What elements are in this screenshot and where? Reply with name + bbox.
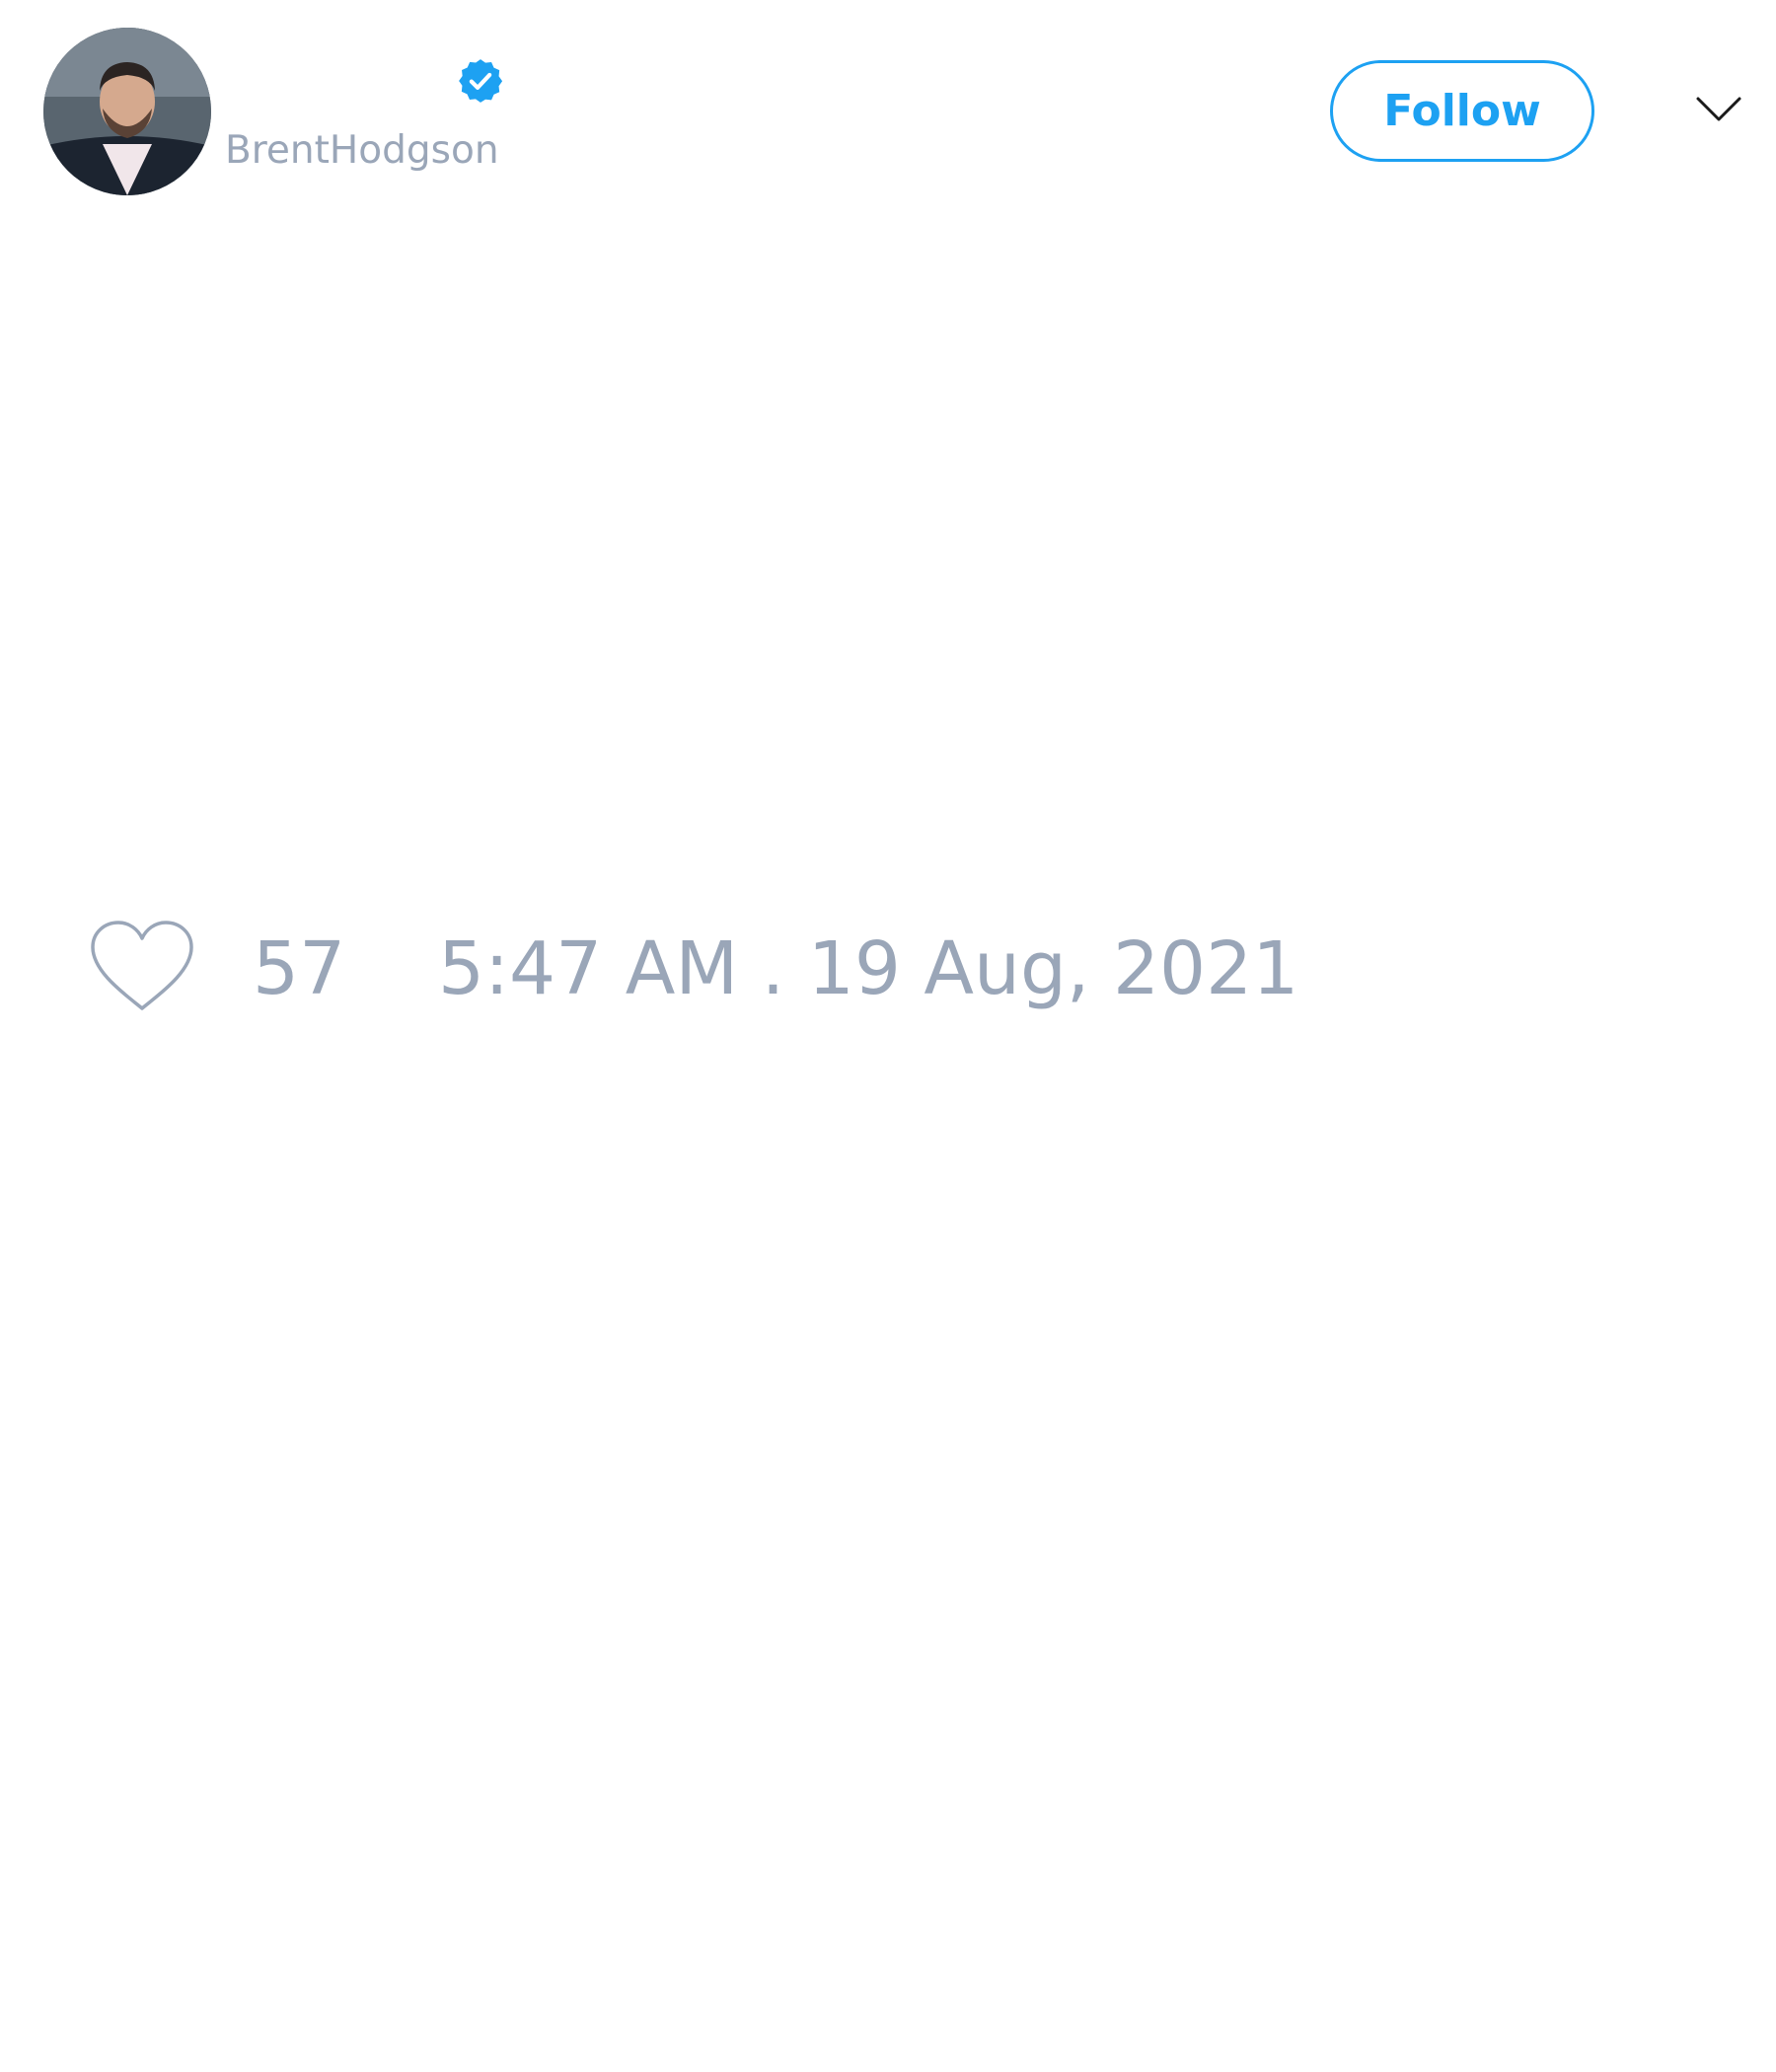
chevron-down-icon[interactable]: [1694, 91, 1743, 126]
follow-button[interactable]: Follow: [1330, 60, 1594, 162]
like-count: 57: [253, 926, 346, 1011]
avatar-photo: [43, 28, 211, 195]
tweet-timestamp[interactable]: 5:47 AM . 19 Aug, 2021: [438, 925, 1298, 1012]
verified-badge-icon: [459, 59, 503, 103]
heart-icon[interactable]: [87, 918, 197, 1016]
author-handle[interactable]: BrentHodgson: [225, 124, 499, 178]
avatar[interactable]: [43, 28, 211, 195]
